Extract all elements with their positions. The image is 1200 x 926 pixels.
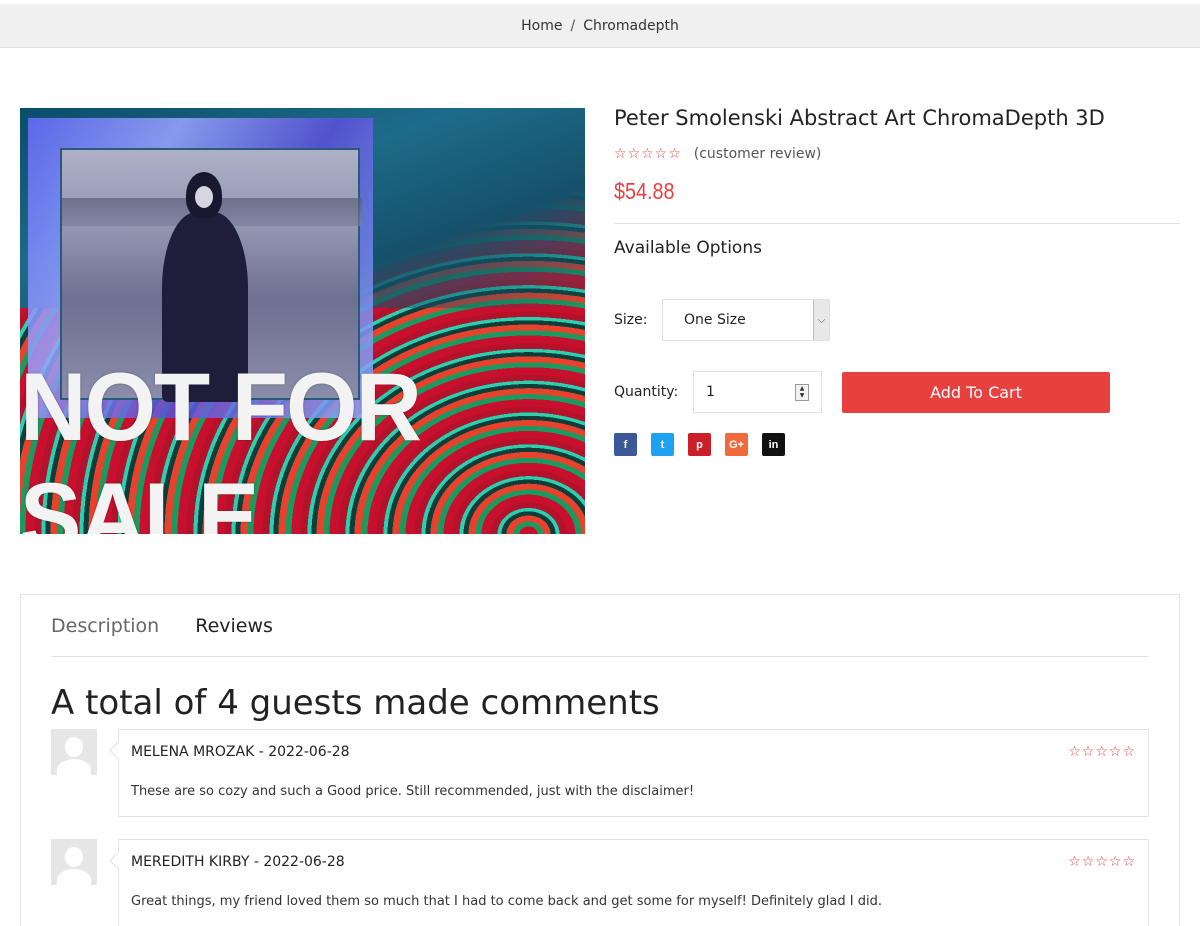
review-author-date: MELENA MROZAK - 2022-06-28 bbox=[131, 744, 350, 760]
review-text: Great things, my friend loved them so mu… bbox=[131, 894, 882, 909]
image-watermark-text: NOT FOR SALE bbox=[20, 353, 422, 534]
product-price: $54.88 bbox=[614, 178, 675, 204]
review-card: MELENA MROZAK - 2022-06-28 ☆☆☆☆☆ These a… bbox=[118, 729, 1149, 817]
product-info: Peter Smolenski Abstract Art ChromaDepth… bbox=[614, 100, 1180, 258]
tab-description[interactable]: Description bbox=[51, 615, 159, 656]
review-author-date: MEREDITH KIRBY - 2022-06-28 bbox=[131, 854, 345, 870]
review-stars-icon: ☆☆☆☆☆ bbox=[1068, 744, 1136, 760]
review-text: These are so cozy and such a Good price.… bbox=[131, 784, 695, 799]
tab-reviews[interactable]: Reviews bbox=[195, 615, 273, 656]
quantity-stepper[interactable]: 1 ▲ ▼ bbox=[693, 371, 822, 413]
size-label: Size: bbox=[614, 312, 648, 328]
review-card: MEREDITH KIRBY - 2022-06-28 ☆☆☆☆☆ Great … bbox=[118, 839, 1149, 926]
google-plus-icon[interactable]: G+ bbox=[725, 433, 748, 456]
quantity-row: Quantity: 1 ▲ ▼ Add To Cart bbox=[614, 371, 1110, 413]
breadcrumb: Home / Chromadepth bbox=[0, 4, 1200, 48]
add-to-cart-button[interactable]: Add To Cart bbox=[842, 371, 1110, 413]
breadcrumb-current-link[interactable]: Chromadepth bbox=[583, 18, 679, 34]
chevron-down-icon[interactable]: ⌵ bbox=[813, 300, 829, 340]
divider bbox=[614, 223, 1180, 224]
product-image[interactable]: NOT FOR SALE bbox=[20, 108, 585, 534]
product-title: Peter Smolenski Abstract Art ChromaDepth… bbox=[614, 106, 1105, 130]
spinner-arrows-icon[interactable]: ▲ ▼ bbox=[795, 384, 809, 401]
product-tabs-panel: Description Reviews A total of 4 guests … bbox=[20, 594, 1180, 926]
facebook-icon[interactable]: f bbox=[614, 433, 637, 456]
breadcrumb-home-link[interactable]: Home bbox=[521, 18, 562, 34]
rating-row: ☆☆☆☆☆ (customer review) bbox=[614, 144, 1180, 164]
quantity-label: Quantity: bbox=[614, 384, 679, 400]
size-row: Size: One Size ⌵ bbox=[614, 299, 830, 341]
twitter-icon[interactable]: t bbox=[651, 433, 674, 456]
tab-bar: Description Reviews bbox=[51, 615, 1149, 657]
social-share: f t p G+ in bbox=[614, 433, 799, 456]
size-select[interactable]: One Size ⌵ bbox=[662, 299, 830, 341]
avatar-icon bbox=[51, 839, 97, 885]
linkedin-icon[interactable]: in bbox=[762, 433, 785, 456]
breadcrumb-separator: / bbox=[570, 17, 576, 34]
comments-title: A total of 4 guests made comments bbox=[51, 683, 660, 723]
quantity-value: 1 bbox=[706, 384, 715, 400]
available-options-heading: Available Options bbox=[614, 238, 762, 258]
review-stars-icon: ☆☆☆☆☆ bbox=[1068, 854, 1136, 870]
size-select-value: One Size bbox=[684, 312, 746, 328]
rating-stars-icon: ☆☆☆☆☆ bbox=[614, 146, 682, 162]
pinterest-icon[interactable]: p bbox=[688, 433, 711, 456]
avatar-icon bbox=[51, 729, 97, 775]
customer-review-link[interactable]: (customer review) bbox=[694, 146, 822, 162]
